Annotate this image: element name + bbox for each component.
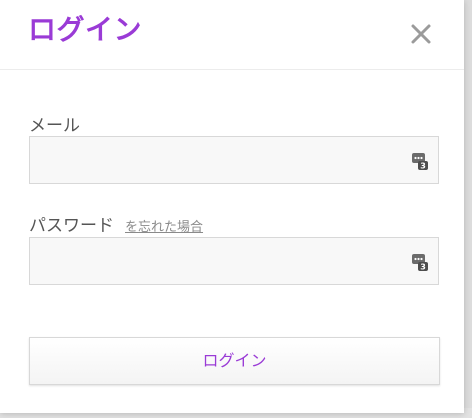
dialog-title: ログイン [28,13,143,46]
dialog-header: ログイン [0,0,464,70]
password-manager-icon[interactable]: 3 [411,252,429,272]
password-label: パスワード [29,216,114,236]
close-button[interactable] [404,17,438,51]
forgot-password-link[interactable]: を忘れた場合 [125,219,203,237]
login-button[interactable]: ログイン [29,337,440,385]
email-field[interactable] [30,137,424,183]
password-manager-icon[interactable]: 3 [411,151,429,171]
close-icon [411,24,431,44]
password-field[interactable] [30,238,424,284]
login-dialog: ログイン メール 3 パスワード を忘れた場合 3 ログイン [0,0,464,413]
svg-text:3: 3 [420,162,426,171]
svg-text:3: 3 [420,263,426,272]
email-field-container: 3 [29,136,439,184]
password-field-container: 3 [29,237,439,285]
email-label: メール [29,116,80,136]
background-strip [464,0,472,418]
